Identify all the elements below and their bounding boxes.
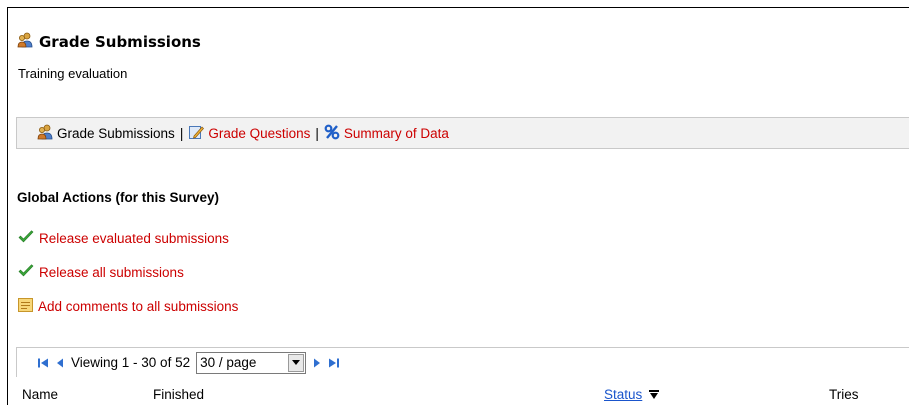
last-page-icon[interactable] xyxy=(328,357,340,369)
toolbar-separator: | xyxy=(315,125,319,141)
pager: Viewing 1 - 30 of 52 30 / page xyxy=(16,347,909,377)
edit-icon xyxy=(188,124,205,143)
column-header-name: Name xyxy=(22,387,59,402)
toolbar-separator: | xyxy=(179,125,184,141)
release-all-link[interactable]: Release all submissions xyxy=(18,264,184,281)
page-title-text: Grade Submissions xyxy=(39,33,201,51)
toolbar-item-label: Grade Questions xyxy=(208,125,311,141)
per-page-select[interactable]: 30 / page xyxy=(196,351,307,374)
grading-toolbar: Grade Submissions | Grade Questions | Su… xyxy=(16,117,909,149)
status-sort-link[interactable]: Status xyxy=(604,387,642,402)
toolbar-item-summary-of-data[interactable]: Summary of Data xyxy=(324,124,449,143)
column-header-tries: Tries xyxy=(829,387,859,402)
column-header-status[interactable]: Status xyxy=(604,387,660,402)
percent-icon xyxy=(324,124,340,143)
users-icon xyxy=(37,124,53,143)
users-icon xyxy=(17,32,33,52)
action-label: Release evaluated submissions xyxy=(39,231,229,246)
chevron-down-icon xyxy=(288,353,305,372)
viewing-range: Viewing 1 - 30 of 52 xyxy=(71,355,191,370)
global-actions-title: Global Actions (for this Survey) xyxy=(17,190,220,205)
next-page-icon[interactable] xyxy=(312,357,322,369)
action-label: Release all submissions xyxy=(39,265,184,280)
action-label: Add comments to all submissions xyxy=(38,299,239,314)
per-page-value: 30 / page xyxy=(200,355,257,370)
first-page-icon[interactable] xyxy=(37,357,49,369)
toolbar-item-grade-questions[interactable]: Grade Questions xyxy=(188,124,310,143)
page-title: Grade Submissions xyxy=(17,32,201,52)
toolbar-item-label: Grade Submissions xyxy=(57,125,175,141)
comment-icon xyxy=(18,298,33,315)
previous-page-icon[interactable] xyxy=(55,357,65,369)
checkmark-icon xyxy=(18,264,34,281)
release-evaluated-link[interactable]: Release evaluated submissions xyxy=(18,230,229,247)
toolbar-item-label: Summary of Data xyxy=(343,125,449,141)
add-comments-link[interactable]: Add comments to all submissions xyxy=(18,298,238,315)
toolbar-item-grade-submissions[interactable]: Grade Submissions xyxy=(37,124,175,143)
sort-icon xyxy=(649,387,660,402)
content-frame xyxy=(7,7,909,405)
checkmark-icon xyxy=(18,230,34,247)
column-header-finished: Finished xyxy=(153,387,205,402)
page-subtitle: Training evaluation xyxy=(18,66,128,81)
